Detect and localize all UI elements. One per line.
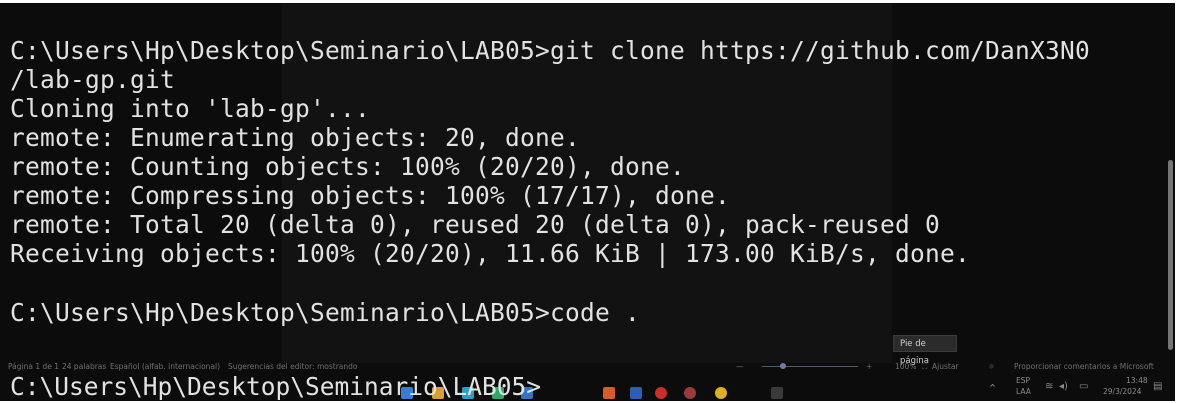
notifications-icon[interactable]: ▤ bbox=[1153, 381, 1162, 392]
word-icon[interactable] bbox=[630, 387, 642, 399]
word-status-bar: Página 1 de 1 24 palabras Español (alfab… bbox=[0, 361, 1175, 373]
fit-button[interactable]: Ajustar bbox=[932, 362, 959, 371]
footer-tooltip: Pie de página bbox=[893, 335, 957, 366]
terminal-window[interactable]: C:\Users\Hp\Desktop\Seminario\LAB05>git … bbox=[0, 3, 1175, 363]
terminal-line-enumerating: remote: Enumerating objects: 20, done. bbox=[10, 123, 581, 152]
terminal-line-cloning: Cloning into 'lab-gp'... bbox=[10, 94, 371, 123]
terminal-icon[interactable] bbox=[771, 387, 783, 399]
terminal-line-total: remote: Total 20 (delta 0), reused 20 (d… bbox=[10, 210, 941, 239]
clock-time[interactable]: 13:48 bbox=[1126, 376, 1148, 385]
office-icon[interactable] bbox=[603, 387, 615, 399]
feedback-link[interactable]: Proporcionar comentarios a Microsoft bbox=[1014, 362, 1154, 371]
zoom-slider-knob[interactable] bbox=[780, 363, 786, 369]
status-editor-suggestions[interactable]: Sugerencias del editor: mostrando bbox=[228, 362, 358, 371]
battery-icon[interactable]: ▭ bbox=[1079, 381, 1088, 392]
terminal-line-compressing: remote: Compressing objects: 100% (17/17… bbox=[10, 181, 731, 210]
zoom-slider[interactable] bbox=[762, 366, 858, 367]
opera-gx-icon[interactable] bbox=[684, 387, 696, 399]
terminal-line-repo-url: /lab-gp.git bbox=[10, 65, 176, 94]
status-word-count[interactable]: 24 palabras bbox=[62, 362, 106, 371]
focus-icon[interactable]: ☼ bbox=[988, 362, 995, 371]
status-page-count[interactable]: Página 1 de 1 bbox=[8, 362, 59, 371]
taskbar: C:\Users\Hp\Desktop\Seminario\LAB05> ⌃ E… bbox=[0, 373, 1175, 401]
terminal-line-receiving: Receiving objects: 100% (20/20), 11.66 K… bbox=[10, 239, 971, 268]
terminal-line-git-clone: C:\Users\Hp\Desktop\Seminario\LAB05>git … bbox=[10, 36, 1091, 65]
status-language[interactable]: Español (alfab. internacional) bbox=[110, 362, 220, 371]
chevron-up-icon[interactable]: ⌃ bbox=[988, 382, 997, 395]
volume-icon[interactable]: ◂) bbox=[1059, 381, 1068, 392]
keyboard-language-bottom[interactable]: LAA bbox=[1016, 387, 1031, 396]
wifi-icon[interactable]: ≋ bbox=[1045, 381, 1053, 392]
chrome-icon[interactable] bbox=[715, 387, 727, 399]
keyboard-language-top[interactable]: ESP bbox=[1016, 376, 1030, 385]
clock-date[interactable]: 29/3/2024 bbox=[1103, 387, 1141, 396]
terminal-scrollbar[interactable] bbox=[1168, 160, 1173, 350]
zoom-in-button[interactable]: + bbox=[866, 362, 872, 371]
terminal-line-counting: remote: Counting objects: 100% (20/20), … bbox=[10, 152, 686, 181]
terminal-prompt-line: C:\Users\Hp\Desktop\Seminario\LAB05> bbox=[10, 372, 542, 401]
zoom-out-button[interactable]: — bbox=[736, 362, 744, 371]
terminal-line-code-command: C:\Users\Hp\Desktop\Seminario\LAB05>code… bbox=[10, 298, 641, 327]
opera-icon[interactable] bbox=[655, 387, 667, 399]
